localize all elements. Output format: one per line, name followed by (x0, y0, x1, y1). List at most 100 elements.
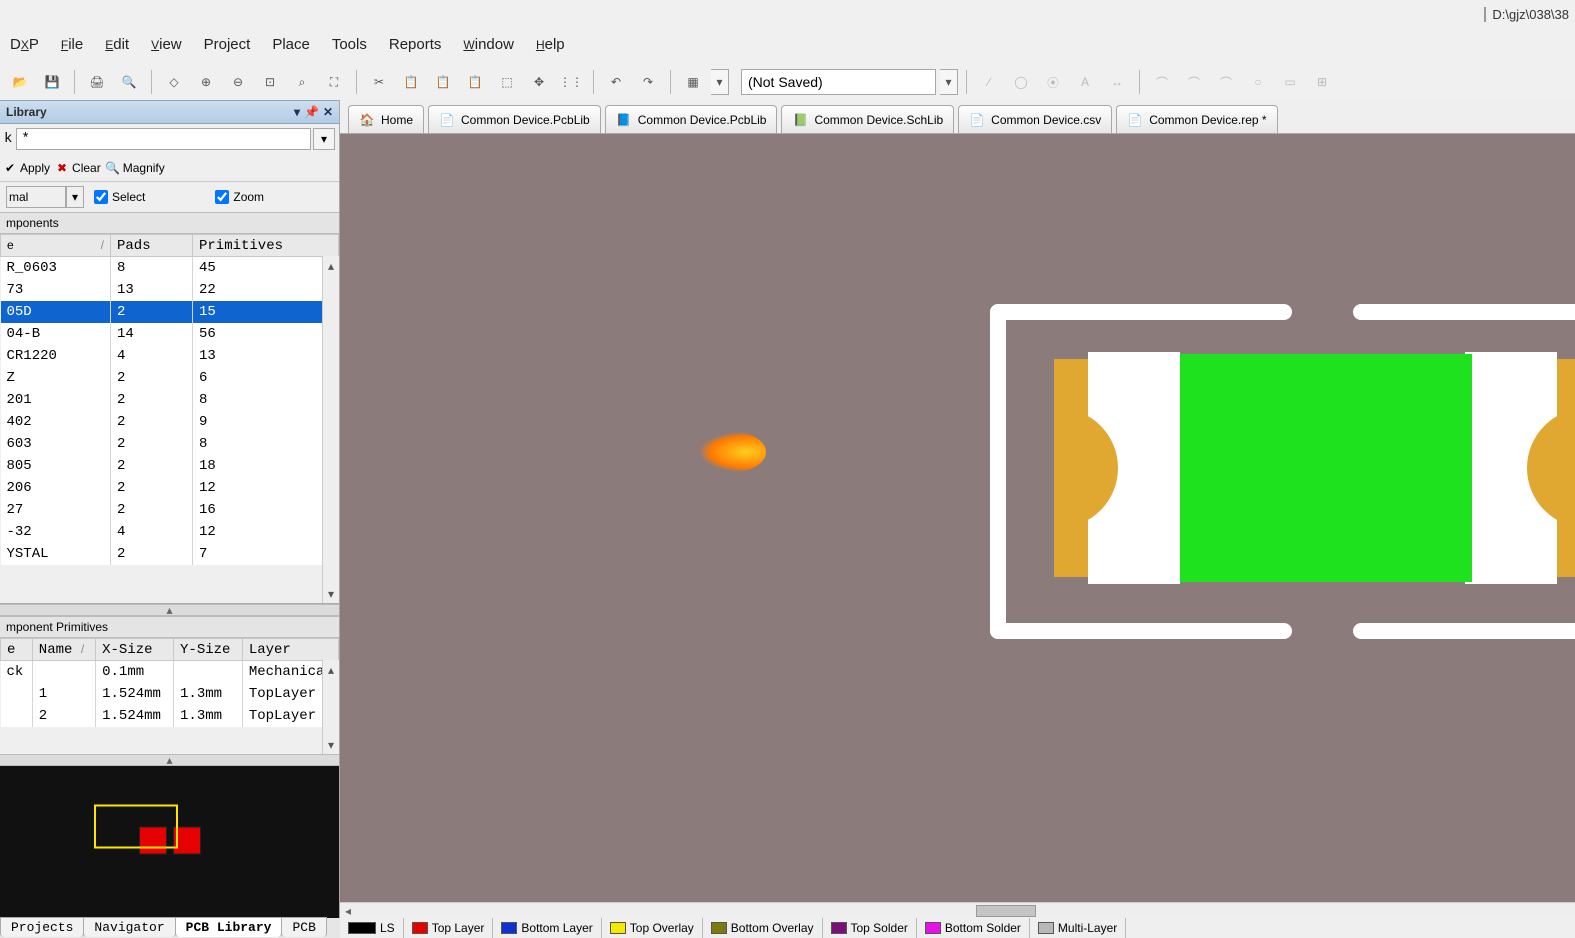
layer-tab[interactable]: Bottom Layer (493, 918, 601, 938)
arc1-icon[interactable]: ⌒ (1148, 68, 1176, 96)
panel-menu-icon[interactable]: ▾ (294, 105, 300, 119)
prim-col[interactable]: e (1, 639, 33, 661)
collapse-handle-2[interactable]: ▴ (0, 754, 339, 766)
components-scrollbar[interactable]: ▴ ▾ (322, 256, 339, 603)
primitives-scrollbar[interactable]: ▴ ▾ (322, 660, 339, 754)
zoom-in-icon[interactable]: ⊕ (192, 68, 220, 96)
place-via-icon[interactable]: ⦿ (1039, 68, 1067, 96)
doc-tab[interactable]: 📄Common Device.PcbLib (428, 105, 601, 133)
scroll-left-icon[interactable]: ◂ (340, 904, 356, 918)
collapse-handle[interactable]: ▴ (0, 604, 339, 616)
panel-tab-pcb[interactable]: PCB (281, 917, 326, 937)
menu-help[interactable]: Help (536, 36, 565, 53)
move-icon[interactable]: ✥ (525, 68, 553, 96)
menu-project[interactable]: Project (204, 36, 251, 53)
menu-edit[interactable]: Edit (105, 36, 129, 53)
table-row[interactable]: YSTAL27 (1, 543, 339, 565)
menu-file[interactable]: File (61, 36, 83, 53)
zoom-checkbox[interactable]: Zoom (215, 190, 264, 204)
panel-tab-projects[interactable]: Projects (0, 917, 84, 937)
filter-input[interactable] (16, 128, 311, 150)
canvas-scrollbar-h[interactable]: ◂ (340, 902, 1575, 918)
table-row[interactable]: ck0.1mmMechanica (1, 661, 339, 683)
zoom-out-icon[interactable]: ⊖ (224, 68, 252, 96)
cut-icon[interactable]: ✂ (365, 68, 393, 96)
clear-button[interactable]: ✖Clear (54, 160, 101, 176)
align-icon[interactable]: ⋮⋮ (557, 68, 585, 96)
grid-icon[interactable]: ▦ (679, 68, 707, 96)
col-name[interactable]: e/ (1, 235, 111, 257)
redo-icon[interactable]: ↷ (634, 68, 662, 96)
table-row[interactable]: 04-B1456 (1, 323, 339, 345)
table-row[interactable]: 40229 (1, 411, 339, 433)
table-row[interactable]: 60328 (1, 433, 339, 455)
clipboard-icon[interactable]: 📋 (461, 68, 489, 96)
preview-icon[interactable]: 🔍 (115, 68, 143, 96)
table-row[interactable]: 11.524mm1.3mmTopLayer (1, 683, 339, 705)
prim-col[interactable]: Y-Size (174, 639, 243, 661)
layer-tab[interactable]: LS (340, 918, 404, 938)
table-row[interactable]: -32412 (1, 521, 339, 543)
grid-dropdown-icon[interactable]: ▾ (711, 69, 729, 95)
arc3-icon[interactable]: ⌒ (1212, 68, 1240, 96)
array-icon[interactable]: ⊞ (1308, 68, 1336, 96)
scroll-thumb[interactable] (976, 905, 1036, 917)
menu-place[interactable]: Place (272, 36, 310, 53)
open-icon[interactable]: 📂 (6, 68, 34, 96)
place-text-icon[interactable]: A (1071, 68, 1099, 96)
rect-icon[interactable]: ▭ (1276, 68, 1304, 96)
table-row[interactable]: 21.524mm1.3mmTopLayer (1, 705, 339, 727)
doc-tab[interactable]: 📄Common Device.csv (958, 105, 1112, 133)
zoom-fit-icon[interactable]: ⊡ (256, 68, 284, 96)
layer-tab[interactable]: Multi-Layer (1030, 918, 1126, 938)
place-dim-icon[interactable]: ↔ (1103, 68, 1131, 96)
table-row[interactable]: R_0603845 (1, 257, 339, 279)
table-row[interactable]: 805218 (1, 455, 339, 477)
saved-state-combo[interactable] (741, 69, 936, 95)
menu-window[interactable]: Window (463, 36, 514, 53)
place-line-icon[interactable]: ∕ (975, 68, 1003, 96)
mode-combo-dropdown-icon[interactable]: ▾ (66, 186, 84, 208)
table-row[interactable]: 20128 (1, 389, 339, 411)
pcb-canvas[interactable] (340, 134, 1575, 902)
paste-icon[interactable]: 📋 (429, 68, 457, 96)
menu-dxp[interactable]: DXP (10, 36, 39, 53)
scroll-down-icon[interactable]: ▾ (324, 737, 339, 752)
prim-col[interactable]: Name / (32, 639, 95, 661)
zoom-select-icon[interactable]: ⌕ (288, 68, 316, 96)
zoom-region-icon[interactable]: ⛶ (320, 68, 348, 96)
menu-tools[interactable]: Tools (332, 36, 367, 53)
panel-tab-pcb-library[interactable]: PCB Library (175, 917, 283, 937)
layer-icon[interactable]: ◇ (160, 68, 188, 96)
place-pad-icon[interactable]: ◯ (1007, 68, 1035, 96)
filter-dropdown-icon[interactable]: ▾ (313, 128, 335, 150)
print-icon[interactable]: 🖨 (83, 68, 111, 96)
doc-tab[interactable]: 📗Common Device.SchLib (781, 105, 954, 133)
layer-tab[interactable]: Top Layer (404, 918, 494, 938)
panel-tab-navigator[interactable]: Navigator (83, 917, 175, 937)
doc-tab[interactable]: 📄Common Device.rep * (1116, 105, 1277, 133)
doc-tab[interactable]: 🏠Home (348, 105, 424, 133)
layer-tab[interactable]: Bottom Overlay (703, 918, 823, 938)
copy-icon[interactable]: 📋 (397, 68, 425, 96)
col-pads[interactable]: Pads (111, 235, 193, 257)
doc-tab[interactable]: 📘Common Device.PcbLib (605, 105, 778, 133)
arc2-icon[interactable]: ⌒ (1180, 68, 1208, 96)
scroll-down-icon[interactable]: ▾ (324, 586, 339, 601)
scroll-up-icon[interactable]: ▴ (324, 258, 339, 273)
table-row[interactable]: 27216 (1, 499, 339, 521)
table-row[interactable]: 05D215 (1, 301, 339, 323)
table-row[interactable]: 731322 (1, 279, 339, 301)
panel-pin-icon[interactable]: 📌 (304, 105, 319, 119)
menu-reports[interactable]: Reports (389, 36, 442, 53)
save-icon[interactable]: 💾 (38, 68, 66, 96)
scroll-up-icon[interactable]: ▴ (324, 662, 339, 677)
menu-view[interactable]: View (151, 36, 182, 53)
table-row[interactable]: CR1220413 (1, 345, 339, 367)
circle-icon[interactable]: ○ (1244, 68, 1272, 96)
saved-dropdown-icon[interactable]: ▾ (940, 69, 958, 95)
layer-tab[interactable]: Top Solder (823, 918, 917, 938)
prim-col[interactable]: X-Size (96, 639, 174, 661)
mode-combo[interactable]: mal (6, 186, 66, 208)
select-icon[interactable]: ⬚ (493, 68, 521, 96)
